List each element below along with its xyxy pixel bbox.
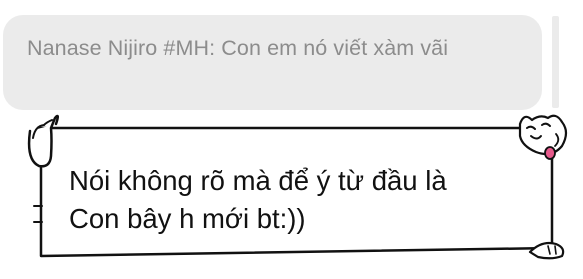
message-line-2: Con bây h mới bt:))	[69, 203, 306, 234]
message-text: Nói không rõ mà để ý từ đầu là Con bây h…	[69, 162, 529, 238]
reply-quote-bubble[interactable]: Nanase Nijiro #MH: Con em nó viết xàm vã…	[3, 15, 542, 110]
reply-quote-text: Nanase Nijiro #MH: Con em nó viết xàm vã…	[27, 36, 449, 60]
message-line-1: Nói không rõ mà để ý từ đầu là	[69, 165, 447, 196]
scrollbar[interactable]	[552, 16, 559, 108]
